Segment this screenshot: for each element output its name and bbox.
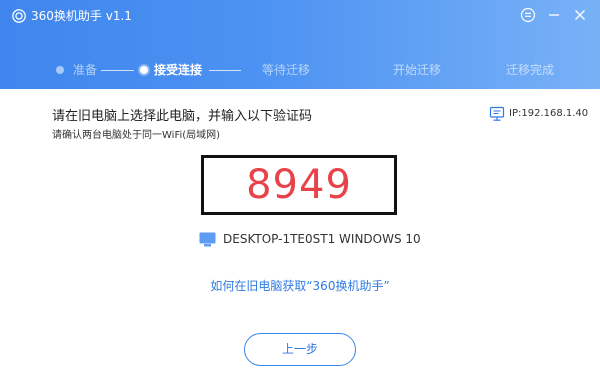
step-dot-prepare <box>56 66 64 74</box>
verification-code: 8949 <box>246 162 352 208</box>
device-name: DESKTOP-1TE0ST1 WINDOWS 10 <box>223 232 421 246</box>
previous-step-button[interactable]: 上一步 <box>244 333 356 366</box>
360-logo-icon <box>12 9 26 23</box>
verification-code-box: 8949 <box>201 155 397 215</box>
close-icon[interactable] <box>571 6 589 24</box>
feedback-icon[interactable] <box>519 6 537 24</box>
header-banner: 360换机助手 v1.1 准备 接受连接 等待迁移 开始迁移 迁移完成 <box>0 0 600 89</box>
app-window: 360换机助手 v1.1 准备 接受连接 等待迁移 开始迁移 迁移完成 请在旧电… <box>0 0 600 368</box>
step-dot-accept <box>140 66 148 74</box>
step-label-wait: 等待迁移 <box>262 63 311 77</box>
title-bar: 360换机助手 v1.1 <box>0 0 600 30</box>
ip-label: IP:192.168.1.40 <box>509 108 589 119</box>
minimize-icon[interactable] <box>545 6 563 24</box>
step-label-accept: 接受连接 <box>154 63 203 77</box>
instruction-subtitle: 请确认两台电脑处于同一WiFi(局域网) <box>52 130 221 141</box>
step-label-complete: 迁移完成 <box>506 63 555 77</box>
app-title: 360换机助手 v1.1 <box>31 9 132 23</box>
monitor-ip-icon <box>489 106 505 121</box>
progress-steps: 准备 接受连接 等待迁移 开始迁移 迁移完成 <box>0 58 600 82</box>
monitor-icon <box>199 232 216 247</box>
step-connector <box>209 70 241 71</box>
instruction-title: 请在旧电脑上选择此电脑，并输入以下验证码 <box>52 109 313 124</box>
help-link[interactable]: 如何在旧电脑获取“360换机助手” <box>0 278 600 294</box>
step-label-prepare: 准备 <box>73 63 98 77</box>
step-label-start: 开始迁移 <box>393 63 442 77</box>
step-connector <box>101 70 134 71</box>
